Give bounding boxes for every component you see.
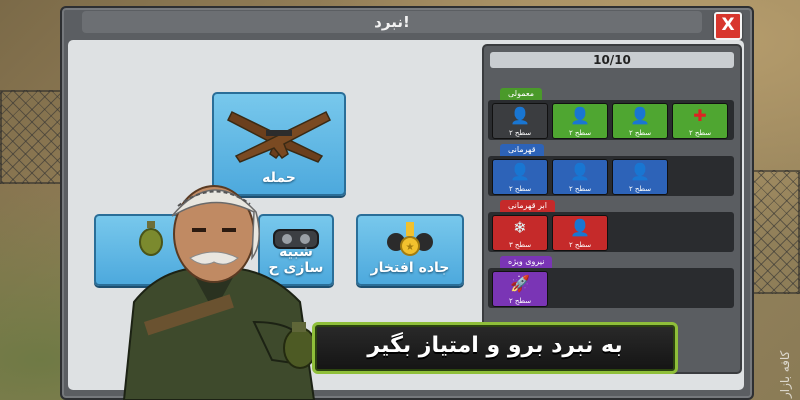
path-of-glory-button[interactable]: ★ جاده افتخار — [356, 214, 464, 286]
troop-counter: 10/10 — [490, 52, 734, 68]
close-button[interactable]: X — [714, 12, 742, 40]
soldier-icon: 👤 — [570, 106, 590, 125]
call-to-action-banner: به نبرد برو و امتیاز بگیر — [312, 322, 678, 374]
fence-left — [0, 90, 64, 184]
unit-card[interactable]: 🚀 سطح ۲ — [492, 271, 548, 307]
unit-card[interactable]: 👤 سطح ۲ — [552, 215, 608, 251]
card-strip: 👤 سطح ۲ 👤 سطح ۲ 👤 سطح ۲ ✚ سطح ۲ — [488, 100, 734, 140]
unit-card[interactable]: ❄ سطح ۳ — [492, 215, 548, 251]
card-strip: 🚀 سطح ۲ — [488, 268, 734, 308]
unit-card[interactable]: 👤 سطح ۲ — [492, 159, 548, 195]
path-of-glory-label: جاده افتخار — [370, 260, 450, 276]
unit-card[interactable]: 👤 سطح ۲ — [492, 103, 548, 139]
soldier-icon: 👤 — [510, 162, 530, 181]
crossed-rifles-icon — [226, 110, 332, 163]
window-title: نبرد! — [374, 13, 410, 31]
banner-text: به نبرد برو و امتیاز بگیر — [367, 333, 623, 358]
unit-card[interactable]: 👤 سطح ۲ — [612, 103, 668, 139]
missiles-icon: 🚀 — [510, 274, 530, 293]
soldier-icon: 👤 — [630, 106, 650, 125]
title-bar: نبرد! — [82, 11, 702, 33]
unit-card[interactable]: 👤 سطح ۲ — [552, 159, 608, 195]
soldier-icon: 👤 — [570, 218, 590, 237]
soldier-icon: 👤 — [630, 162, 650, 181]
card-strip: ❄ سطح ۳ 👤 سطح ۲ — [488, 212, 734, 252]
category-tag: نیروی ویژه — [500, 256, 553, 268]
category-tag: ابر قهرمانی — [500, 200, 555, 212]
category-tag: معمولی — [500, 88, 543, 100]
svg-text:★: ★ — [406, 242, 415, 253]
soldier-character — [122, 185, 317, 400]
unit-card[interactable]: 👤 سطح ۲ — [612, 159, 668, 195]
fence-right — [748, 170, 800, 294]
unit-card[interactable]: 👤 سطح ۲ — [552, 103, 608, 139]
soldier-icon: 👤 — [570, 162, 590, 181]
unit-card[interactable]: ✚ سطح ۲ — [672, 103, 728, 139]
medkit-icon: ✚ — [693, 106, 707, 125]
category-tag: قهرمانی — [500, 144, 544, 156]
soldier-icon: 👤 — [510, 106, 530, 125]
card-strip: 👤 سطح ۲ 👤 سطح ۲ 👤 سطح ۲ — [488, 156, 734, 196]
snowflake-icon: ❄ — [513, 218, 527, 237]
store-watermark: کافه بازار — [778, 350, 792, 398]
medal-boxing-gloves-icon: ★ — [387, 222, 433, 256]
